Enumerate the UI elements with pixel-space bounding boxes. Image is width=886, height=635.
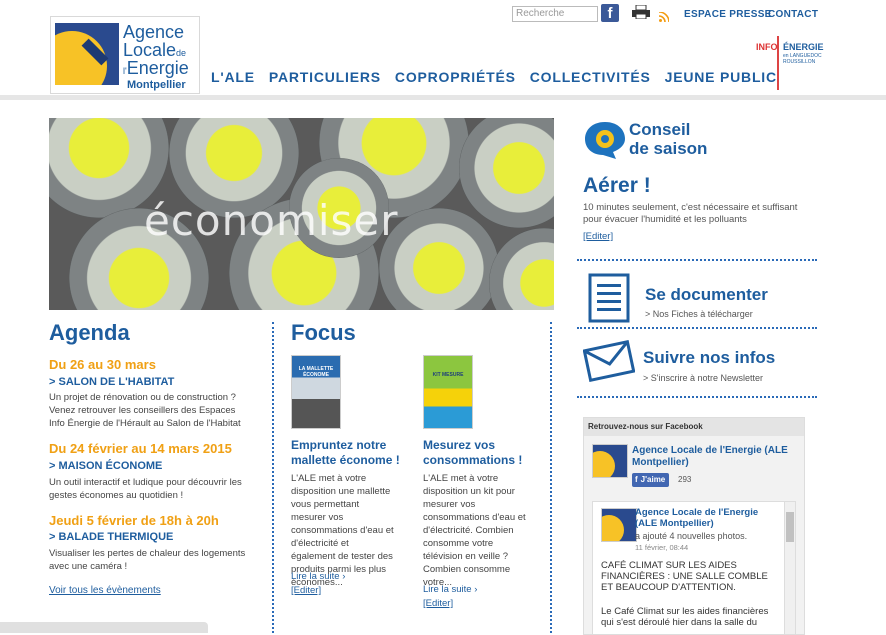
mallette-cover-text: LA MALLETTE ÉCONOME — [298, 366, 334, 378]
envelope-icon[interactable] — [583, 340, 635, 382]
conseil-de-saison-title: Conseil de saison — [629, 120, 708, 158]
event-link-maison-econome[interactable]: > MAISON ÉCONOME — [49, 460, 162, 472]
documenter-link[interactable]: Se documenter — [645, 285, 768, 305]
tip-desc: 10 minutes seulement, c'est nécessaire e… — [583, 202, 798, 225]
like-button[interactable]: f J'aime — [632, 473, 670, 487]
facebook-icon[interactable]: f — [601, 4, 619, 22]
mallette-cover-image[interactable]: LA MALLETTE ÉCONOME — [291, 355, 341, 429]
event-desc: Un outil interactif et ludique pour déco… — [49, 477, 242, 501]
post-author[interactable]: Agence Locale de l'Energie (ALE Montpell… — [635, 507, 780, 529]
post-text: Le Café Climat sur les aides financières… — [601, 606, 769, 628]
post-text: CAFÉ CLIMAT SUR LES AIDES FINANCIÈRES : … — [601, 560, 768, 593]
nav-item-particuliers[interactable]: PARTICULIERS — [269, 69, 381, 85]
nav-item-jeune-public[interactable]: JEUNE PUBLIC — [665, 69, 777, 85]
event-date: Du 24 février au 14 mars 2015 — [49, 441, 232, 456]
document-icon[interactable] — [588, 273, 630, 323]
sidebar-divider — [577, 327, 817, 329]
logo-line-4: Montpellier — [127, 79, 186, 91]
info-energie-left: INFO — [756, 42, 778, 52]
hero-word: économiser — [144, 196, 399, 245]
read-more-link[interactable]: Lire la suite › — [423, 584, 477, 595]
focus-item-title[interactable]: Mesurez vos consommations ! — [423, 438, 543, 468]
documenter-sub-link[interactable]: > Nos Fiches à télécharger — [645, 309, 753, 319]
nav-divider — [0, 95, 886, 100]
focus-item-desc: L'ALE met à votre disposition un kit pou… — [423, 473, 526, 588]
sidebar-divider — [577, 396, 817, 398]
facebook-widget-header: Retrouvez-nous sur Facebook — [584, 418, 804, 436]
facebook-post: Agence Locale de l'Energie (ALE Montpell… — [592, 501, 796, 634]
like-count: 293 — [678, 475, 692, 484]
event-date: Jeudi 5 février de 18h à 20h — [49, 513, 219, 528]
page-avatar[interactable] — [592, 444, 628, 478]
event-link-salon-habitat[interactable]: > SALON DE L'HABITAT — [49, 376, 174, 388]
nav-item-coproprietes[interactable]: COPROPRIÉTÉS — [395, 69, 516, 85]
post-action: a ajouté 4 nouvelles photos. — [635, 531, 748, 541]
edit-link[interactable]: [Editer] — [583, 231, 613, 242]
footer-bar — [0, 622, 208, 633]
info-energie-sub: en LANGUEDOC ROUSSILLON — [783, 53, 822, 65]
contact-link[interactable]: CONTACT — [768, 9, 818, 20]
facebook-widget: Retrouvez-nous sur Facebook Agence Local… — [583, 417, 805, 635]
search-input[interactable]: Recherche — [512, 6, 598, 22]
rss-icon[interactable] — [659, 12, 669, 22]
logo-line-3: l'Energie — [123, 58, 189, 78]
event-desc: Un projet de rénovation ou de constructi… — [49, 392, 241, 429]
espace-presse-link[interactable]: ESPACE PRESSE — [684, 9, 772, 20]
column-divider — [550, 322, 552, 633]
logo-sun-icon — [55, 23, 119, 85]
column-divider — [272, 322, 274, 633]
print-icon[interactable] — [632, 5, 650, 19]
tip-title: Aérer ! — [583, 174, 651, 197]
info-energie-right: ÉNERGIE — [783, 42, 824, 52]
kit-mesure-cover-image[interactable]: KIT MESURE — [423, 355, 473, 429]
sidebar-divider — [577, 259, 817, 261]
event-date: Du 26 au 30 mars — [49, 357, 156, 372]
main-nav: L'ALE PARTICULIERS COPROPRIÉTÉS COLLECTI… — [211, 69, 777, 85]
hero-banner[interactable]: économiser — [49, 118, 554, 310]
logo-line-1: Agence — [123, 22, 185, 42]
kit-cover-text: KIT MESURE — [432, 372, 464, 378]
focus-title: Focus — [291, 320, 356, 345]
event-desc: Visualiser les pertes de chaleur des log… — [49, 548, 246, 572]
nav-item-collectivites[interactable]: COLLECTIVITÉS — [530, 69, 651, 85]
read-more-link[interactable]: Lire la suite › — [291, 571, 345, 582]
post-date[interactable]: 11 février, 08:44 — [635, 543, 688, 552]
newsletter-sub-link[interactable]: > S'inscrire à notre Newsletter — [643, 373, 763, 383]
edit-link[interactable]: [Editer] — [291, 585, 321, 596]
see-all-events-link[interactable]: Voir tous les évènements — [49, 585, 161, 596]
focus-item-title[interactable]: Empruntez notre mallette économe ! — [291, 438, 411, 468]
event-link-balade-thermique[interactable]: > BALADE THERMIQUE — [49, 531, 173, 543]
agenda-title: Agenda — [49, 320, 130, 345]
nav-item-ale[interactable]: L'ALE — [211, 69, 255, 85]
post-avatar[interactable] — [601, 508, 637, 542]
facebook-page-name[interactable]: Agence Locale de l'Energie (ALE Montpell… — [632, 445, 802, 469]
site-logo[interactable]: Agence Localede l'Energie Montpellier — [50, 16, 200, 94]
edit-link[interactable]: [Editer] — [423, 598, 453, 609]
speech-bubble-icon — [585, 122, 625, 159]
scrollbar[interactable] — [784, 502, 795, 634]
newsletter-link[interactable]: Suivre nos infos — [643, 348, 775, 368]
